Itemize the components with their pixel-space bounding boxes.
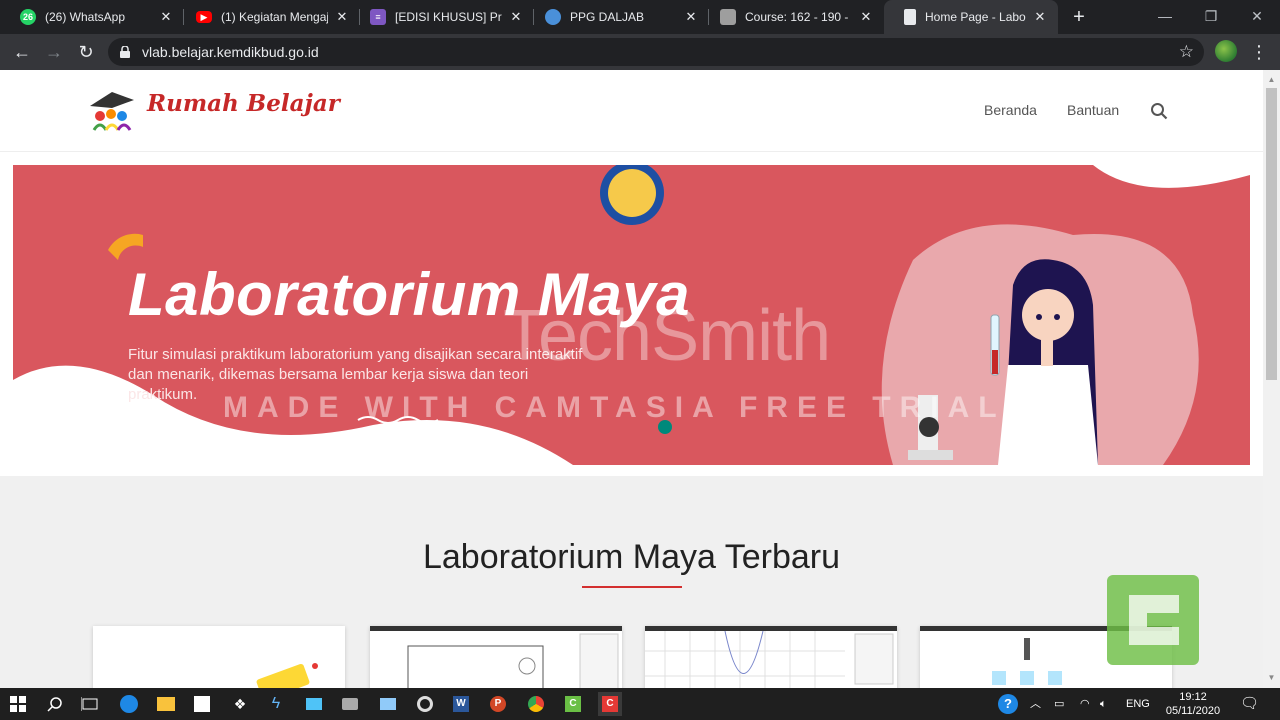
camtasia-taskbar-icon[interactable]: C [561, 692, 585, 716]
close-window-button[interactable]: ✕ [1234, 0, 1280, 34]
tab-home-page-active[interactable]: Home Page - Labora ✕ [884, 0, 1058, 34]
close-icon[interactable]: ✕ [158, 9, 174, 25]
whatsapp-icon: 26 [20, 9, 36, 25]
notifications-icon[interactable]: 🗨︎ [1240, 688, 1259, 720]
nav-bantuan-link[interactable]: Bantuan [1067, 102, 1119, 118]
clock-date: 05/11/2020 [1165, 705, 1221, 717]
section-divider [582, 586, 682, 588]
section-title: Laboratorium Maya Terbaru [422, 538, 841, 576]
tab-ppg-daljab[interactable]: PPG DALJAB ✕ [525, 0, 709, 34]
profile-avatar[interactable] [1215, 40, 1237, 62]
edge-icon[interactable] [117, 692, 141, 716]
nav-beranda-link[interactable]: Beranda [984, 102, 1037, 118]
tab-title: [EDISI KHUSUS] Pres [395, 10, 502, 24]
camtasia-logo-icon [1107, 575, 1199, 665]
moodle-icon [720, 9, 736, 25]
lab-card-thumbnail [645, 626, 897, 688]
lab-card-thumbnail [370, 626, 622, 688]
lock-icon[interactable] [120, 46, 130, 58]
lab-card[interactable] [645, 626, 897, 688]
lab-card[interactable] [370, 626, 622, 688]
youtube-icon: ▶ [196, 11, 212, 23]
browser-toolbar: ← → ↻ vlab.belajar.kemdikbud.go.id ☆ ⋮ [0, 34, 1280, 70]
close-icon[interactable]: ✕ [683, 9, 699, 25]
url-text: vlab.belajar.kemdikbud.go.id [142, 44, 319, 60]
tab-title: Course: 162 - 190 - [745, 10, 849, 24]
search-icon[interactable] [1150, 102, 1168, 120]
search-icon[interactable] [43, 692, 67, 716]
app-bolt-icon[interactable]: ϟ [264, 692, 288, 716]
battery-icon[interactable]: ▭ [1054, 688, 1064, 720]
site-icon [545, 9, 561, 25]
language-indicator[interactable]: ENG [1126, 688, 1150, 720]
help-icon[interactable]: ? [996, 692, 1020, 716]
word-icon[interactable]: W [449, 692, 473, 716]
site-header: Rumah Belajar Beranda Bantuan [0, 70, 1263, 152]
camtasia-recorder-icon[interactable]: C [598, 692, 622, 716]
techsmith-watermark: TechSmith [503, 296, 831, 376]
close-icon[interactable]: ✕ [858, 9, 874, 25]
latest-labs-section: Laboratorium Maya Terbaru [0, 476, 1263, 688]
tab-title: Home Page - Labora [925, 10, 1026, 24]
tab-title: (26) WhatsApp [45, 10, 126, 24]
tray-chevron-icon[interactable]: ︿ [1030, 688, 1041, 720]
bookmark-star-icon[interactable]: ☆ [1179, 38, 1194, 66]
task-view-icon[interactable] [78, 692, 102, 716]
new-tab-button[interactable]: + [1068, 4, 1090, 30]
minimize-button[interactable]: — [1142, 0, 1188, 34]
list-icon: ≡ [370, 9, 386, 25]
tab-title: (1) Kegiatan Mengaja [221, 10, 328, 24]
wifi-icon[interactable]: ◠ [1080, 688, 1090, 720]
powerpoint-icon[interactable]: P [486, 692, 510, 716]
reload-button[interactable]: ↻ [72, 38, 100, 66]
tab-youtube[interactable]: ▶ (1) Kegiatan Mengaja ✕ [176, 0, 360, 34]
windows-taskbar: ❖ ϟ W P C C ? ︿ ▭ ◠ 🔈︎ ENG 19:12 05/11/2… [0, 688, 1280, 720]
windows-start-icon[interactable] [6, 692, 30, 716]
page-viewport: Rumah Belajar Beranda Bantuan Laboratori… [0, 70, 1263, 688]
tab-course[interactable]: Course: 162 - 190 - ✕ [700, 0, 884, 34]
lab-card-thumbnail [256, 663, 318, 688]
tab-title: PPG DALJAB [570, 10, 645, 24]
browser-menu-icon[interactable]: ⋮ [1250, 38, 1268, 66]
page-scrollbar[interactable]: ▲ ▼ [1263, 70, 1280, 688]
tab-whatsapp[interactable]: 26 (26) WhatsApp ✕ [0, 0, 184, 34]
store-icon[interactable] [190, 692, 214, 716]
camtasia-trial-watermark: MADE WITH CAMTASIA FREE TRIAL [223, 391, 1006, 424]
taskbar-clock[interactable]: 19:12 05/11/2020 [1158, 690, 1228, 718]
forward-button[interactable]: → [40, 38, 68, 66]
chrome-icon[interactable] [524, 692, 548, 716]
app-ring-icon[interactable] [413, 692, 437, 716]
camera-icon[interactable] [338, 692, 362, 716]
restore-button[interactable]: ❐ [1188, 0, 1234, 34]
clock-time: 19:12 [1179, 691, 1207, 703]
address-bar[interactable]: vlab.belajar.kemdikbud.go.id ☆ [108, 38, 1204, 66]
lab-card[interactable] [93, 626, 345, 688]
close-icon[interactable]: ✕ [334, 9, 350, 25]
close-icon[interactable]: ✕ [508, 9, 524, 25]
dropbox-icon[interactable]: ❖ [228, 692, 252, 716]
browser-tab-strip: 26 (26) WhatsApp ✕ ▶ (1) Kegiatan Mengaj… [0, 0, 1280, 34]
scrollbar-thumb[interactable] [1266, 88, 1277, 380]
close-icon[interactable]: ✕ [1032, 9, 1048, 25]
tab-edisi-khusus[interactable]: ≡ [EDISI KHUSUS] Pres ✕ [350, 0, 534, 34]
volume-icon[interactable]: 🔈︎ [1100, 688, 1107, 720]
scroll-up-arrow-icon[interactable]: ▲ [1263, 72, 1280, 88]
site-logo-text[interactable]: Rumah Belajar [147, 90, 340, 117]
back-button[interactable]: ← [8, 38, 36, 66]
file-explorer-icon[interactable] [154, 692, 178, 716]
hero-banner: Laboratorium Maya Fitur simulasi praktik… [13, 165, 1250, 465]
remote-desktop-icon[interactable] [376, 692, 400, 716]
scroll-down-arrow-icon[interactable]: ▼ [1263, 670, 1280, 686]
mail-icon[interactable] [302, 692, 326, 716]
rumah-belajar-logo-icon[interactable] [86, 86, 136, 132]
page-icon [904, 9, 916, 25]
